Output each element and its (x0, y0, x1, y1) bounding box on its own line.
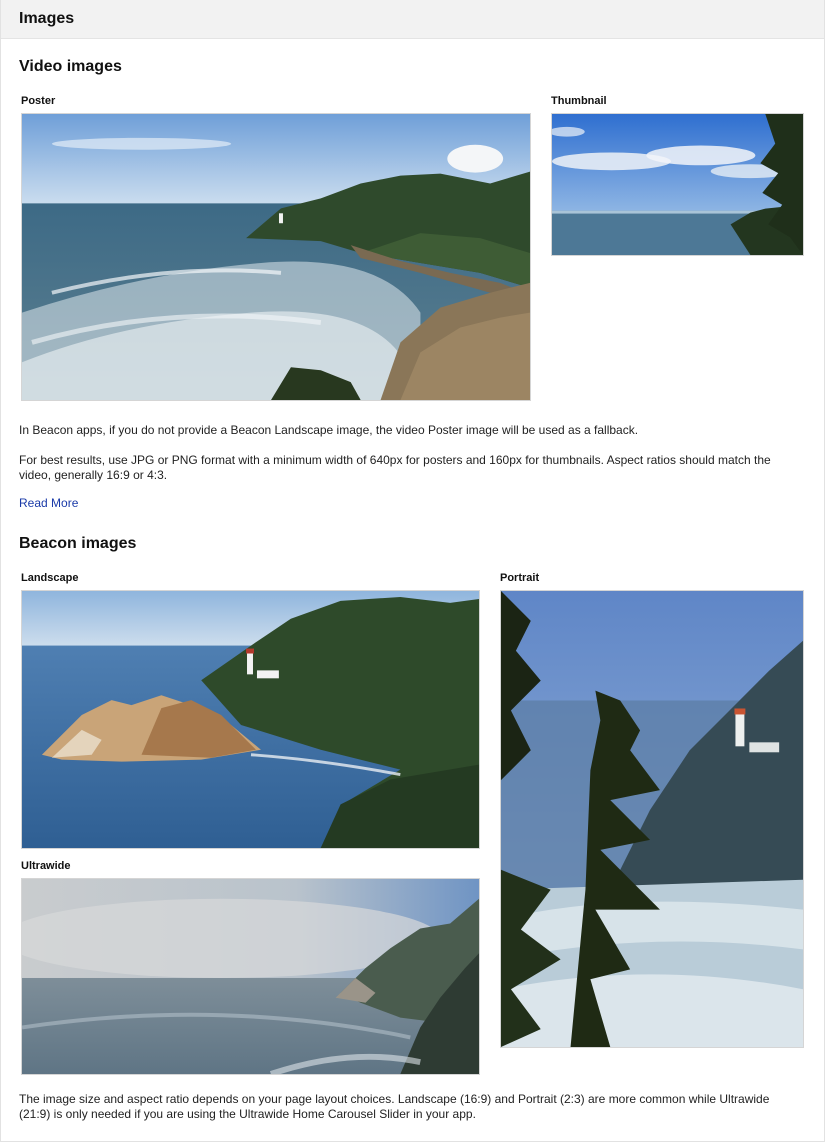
panel-header: Images (1, 0, 824, 39)
portrait-image[interactable] (500, 590, 804, 1048)
poster-fallback-note: In Beacon apps, if you do not provide a … (19, 423, 639, 437)
read-more-link[interactable]: Read More (19, 496, 78, 510)
landscape-label: Landscape (21, 572, 79, 584)
landscape-image[interactable] (21, 590, 480, 849)
ultrawide-image[interactable] (21, 878, 480, 1075)
panel-title: Images (19, 10, 75, 27)
portrait-label: Portrait (500, 572, 540, 584)
thumbnail-label: Thumbnail (551, 95, 607, 107)
beacon-images-heading: Beacon images (19, 535, 137, 552)
poster-label: Poster (21, 95, 56, 107)
poster-image[interactable] (21, 113, 531, 401)
ultrawide-label: Ultrawide (21, 860, 71, 872)
video-images-heading: Video images (19, 58, 122, 75)
aspect-ratio-note: The image size and aspect ratio depends … (19, 1092, 770, 1121)
thumbnail-image[interactable] (551, 113, 804, 256)
image-format-note: For best results, use JPG or PNG format … (19, 453, 771, 482)
images-panel: Images Video images Poster Thumbnail In … (0, 0, 825, 1142)
